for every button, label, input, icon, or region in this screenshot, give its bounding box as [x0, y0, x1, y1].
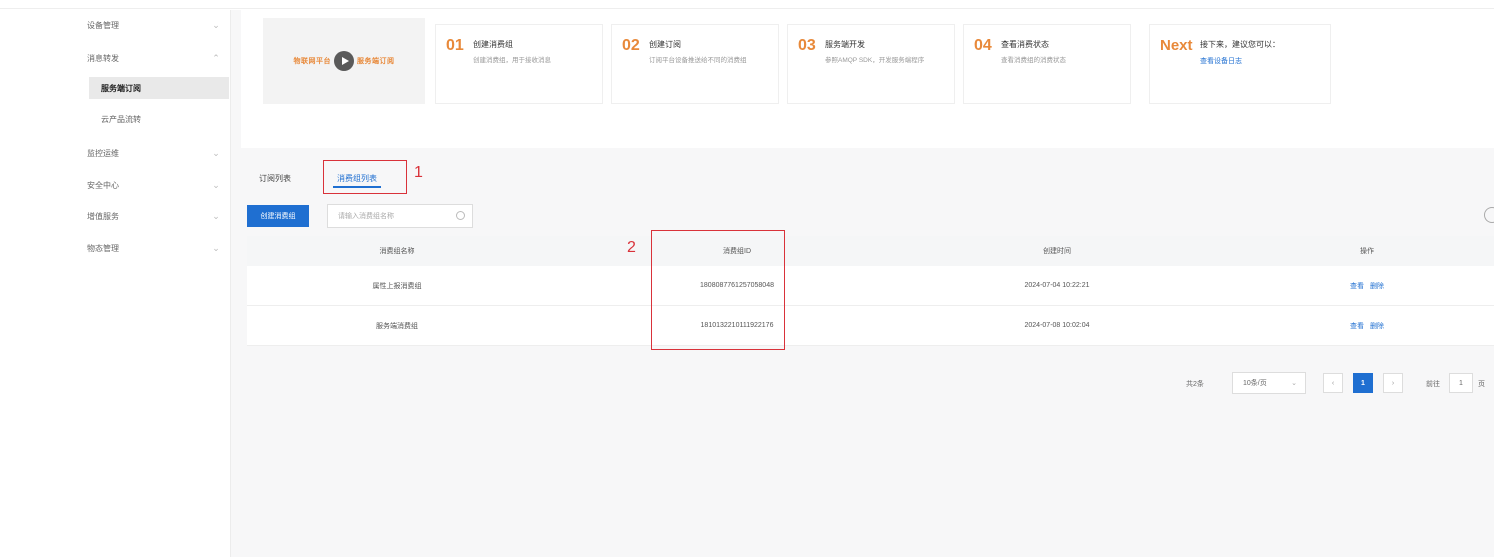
step-number: 02	[622, 37, 640, 54]
page-size-value: 10条/页	[1243, 380, 1267, 387]
sidebar-item-server-subscription[interactable]: 服务端订阅	[89, 77, 229, 99]
sidebar-item-label: 物态管理	[87, 243, 119, 253]
guide-step-2: 02 创建订阅 订阅平台设备推送给不同的消费组	[611, 24, 779, 104]
guide-step-4: 04 查看消费状态 查看消费组的消费状态	[963, 24, 1131, 104]
delete-link[interactable]: 删除	[1370, 321, 1384, 331]
view-link[interactable]: 查看	[1350, 281, 1364, 291]
page-suffix: 页	[1478, 381, 1485, 388]
sidebar-item-device-management[interactable]: 设备管理 ⌄	[75, 14, 231, 36]
step-description: 订阅平台设备推送给不同的消费组	[649, 57, 747, 64]
page-size-select[interactable]: 10条/页 ⌄	[1232, 372, 1306, 394]
table-header: 消费组名称 消费组ID 创建时间 操作	[247, 236, 1494, 266]
tab-bar: 订阅列表 消费组列表	[245, 162, 1494, 194]
delete-link[interactable]: 删除	[1370, 281, 1384, 291]
step-number: 04	[974, 37, 992, 54]
chevron-down-icon: ⌄	[212, 148, 220, 158]
chevron-down-icon: ⌄	[212, 20, 220, 30]
step-description: 查看消费组的消费状态	[1001, 57, 1066, 64]
created-time: 2024-07-08 10:02:04	[1024, 322, 1090, 329]
step-title[interactable]: 创建订阅	[649, 39, 681, 50]
sidebar-item-value-added[interactable]: 增值服务 ⌄	[75, 205, 231, 227]
created-time: 2024-07-04 10:22:21	[1024, 282, 1090, 289]
annotation-box-2	[651, 230, 785, 350]
guide-step-1: 01 创建消费组 创建消费组，用于接收消息	[435, 24, 603, 104]
consumer-group-table: 消费组名称 消费组ID 创建时间 操作 属性上报消费组 180808776125…	[247, 236, 1494, 346]
refresh-icon[interactable]	[1484, 207, 1494, 223]
consumer-group-name: 属性上报消费组	[372, 282, 422, 290]
top-bar	[0, 0, 1494, 9]
current-page-button[interactable]: 1	[1353, 373, 1373, 393]
video-title-left: 物联网平台	[293, 58, 331, 65]
next-page-button[interactable]: ›	[1383, 373, 1403, 393]
step-description: 参照AMQP SDK，开发服务端程序	[825, 57, 925, 64]
prev-page-button[interactable]: ‹	[1323, 373, 1343, 393]
sidebar-item-label: 安全中心	[87, 180, 119, 190]
step-number: Next	[1160, 37, 1193, 54]
chevron-up-icon: ⌃	[212, 53, 220, 63]
column-header-created: 创建时间	[1043, 248, 1071, 255]
search-input[interactable]: 请输入消费组名称	[327, 204, 473, 228]
sidebar-item-state-management[interactable]: 物态管理 ⌄	[75, 237, 231, 259]
sidebar-item-message-forwarding[interactable]: 消息转发 ⌃	[75, 47, 231, 69]
guide-step-3: 03 服务端开发 参照AMQP SDK，开发服务端程序	[787, 24, 955, 104]
guide-step-next: Next 接下来，建议您可以： 查看设备日志	[1149, 24, 1331, 104]
sidebar-item-label: 云产品流转	[101, 114, 141, 124]
table-row: 属性上报消费组 1808087761257058048 2024-07-04 1…	[247, 266, 1494, 306]
view-link[interactable]: 查看	[1350, 321, 1364, 331]
search-icon[interactable]	[456, 211, 465, 220]
row-actions: 查看 删除	[1292, 306, 1442, 345]
sidebar-item-label: 监控运维	[87, 148, 119, 158]
column-header-actions: 操作	[1360, 248, 1374, 255]
main-content: 物联网平台 服务端订阅 01 创建消费组 创建消费组，用于接收消息 02 创建订…	[231, 10, 1494, 557]
step-title[interactable]: 查看消费状态	[1001, 39, 1049, 50]
step-title[interactable]: 创建消费组	[473, 39, 513, 50]
video-title-right: 服务端订阅	[357, 58, 395, 65]
sidebar: 设备管理 ⌄ 消息转发 ⌃ 服务端订阅 云产品流转 监控运维 ⌄ 安全中心 ⌄ …	[75, 10, 231, 557]
sidebar-item-label: 服务端订阅	[101, 83, 141, 93]
sidebar-item-cloud-product-flow[interactable]: 云产品流转	[75, 108, 231, 130]
annotation-label-2: 2	[627, 239, 636, 256]
guide-video[interactable]: 物联网平台 服务端订阅	[263, 18, 425, 104]
row-actions: 查看 删除	[1292, 266, 1442, 305]
tab-subscription-list[interactable]: 订阅列表	[251, 168, 299, 190]
goto-label: 前往	[1426, 381, 1440, 388]
chevron-down-icon: ⌄	[212, 211, 220, 221]
step-description: 创建消费组，用于接收消息	[473, 57, 551, 64]
chevron-down-icon: ⌄	[212, 243, 220, 253]
chevron-down-icon: ⌄	[1291, 380, 1297, 387]
annotation-label-1: 1	[414, 164, 423, 181]
view-device-log-link[interactable]: 查看设备日志	[1200, 56, 1242, 66]
search-placeholder: 请输入消费组名称	[338, 213, 394, 220]
step-title[interactable]: 服务端开发	[825, 39, 865, 50]
table-row: 服务端消费组 1810132210111922176 2024-07-08 10…	[247, 306, 1494, 346]
sidebar-item-monitoring[interactable]: 监控运维 ⌄	[75, 142, 231, 164]
pagination-total: 共2条	[1186, 381, 1204, 388]
step-number: 03	[798, 37, 816, 54]
sidebar-item-label: 设备管理	[87, 20, 119, 30]
sidebar-item-security-center[interactable]: 安全中心 ⌄	[75, 174, 231, 196]
goto-page-input[interactable]: 1	[1449, 373, 1473, 393]
consumer-group-name: 服务端消费组	[376, 322, 418, 330]
column-header-name: 消费组名称	[379, 248, 415, 255]
step-title: 接下来，建议您可以：	[1200, 40, 1280, 49]
create-consumer-group-button[interactable]: 创建消费组	[247, 205, 309, 227]
play-icon[interactable]	[334, 51, 354, 71]
chevron-down-icon: ⌄	[212, 180, 220, 190]
sidebar-item-label: 增值服务	[87, 211, 119, 221]
guide-card: 物联网平台 服务端订阅 01 创建消费组 创建消费组，用于接收消息 02 创建订…	[241, 10, 1494, 148]
sidebar-item-label: 消息转发	[87, 53, 119, 63]
annotation-box-1	[323, 160, 407, 194]
step-number: 01	[446, 37, 464, 54]
